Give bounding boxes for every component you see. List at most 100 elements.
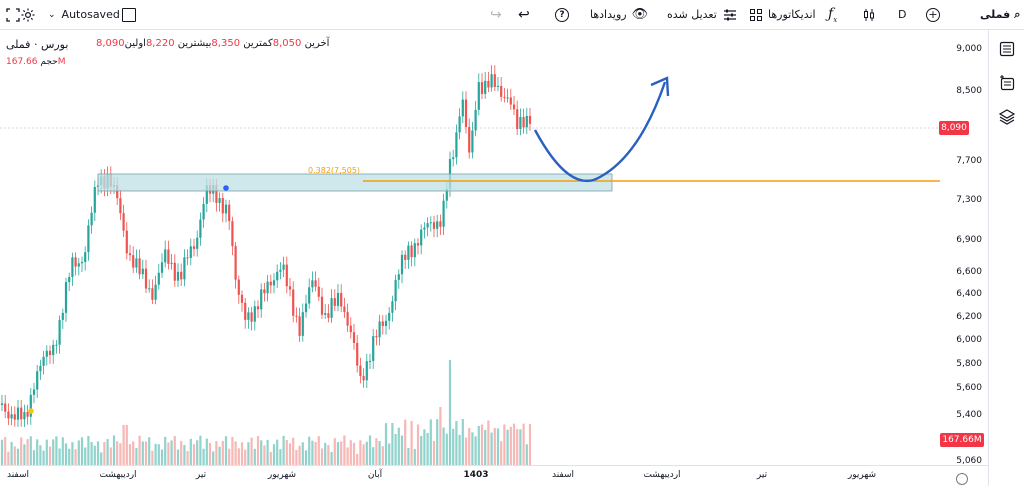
volume-bar (52, 439, 55, 465)
chart-title: بورس · فملی (6, 38, 68, 51)
candle-body (202, 203, 205, 220)
candle-body (375, 336, 378, 338)
support-zone[interactable] (97, 173, 613, 192)
candle-body (199, 219, 202, 238)
redo-button[interactable]: ↪ (490, 0, 502, 29)
autosave-dropdown[interactable]: ⌄ Autosaved (48, 0, 120, 29)
interval-label: D (898, 8, 907, 21)
volume-bar (503, 424, 506, 465)
volume-bar (106, 439, 109, 465)
fullscreen-button[interactable] (6, 0, 20, 29)
volume-bar (42, 450, 45, 465)
volume-bar (336, 442, 340, 465)
candle-body (141, 268, 144, 275)
alerts-list-button[interactable] (997, 73, 1017, 93)
candle-body (519, 117, 522, 130)
candle-body (240, 294, 244, 303)
interval-button[interactable]: D (898, 0, 906, 29)
volume-bar (391, 423, 394, 465)
y-tick-label: 9,000 (956, 44, 982, 54)
indicators-button[interactable]: اندیکاتورها (750, 0, 816, 29)
x-tick-label: 1403 (463, 470, 489, 480)
candle-body (186, 257, 189, 259)
candle-body (455, 132, 458, 158)
volume-bar (471, 432, 474, 465)
volume-bar (372, 447, 375, 465)
volume-bar (39, 445, 42, 465)
high-value: 8,350 (211, 38, 241, 49)
fx-button[interactable]: ƒx (828, 0, 837, 29)
ohlc-legend: 8,090 آخرین 8,050کمترین 8,350بیشترین 8,22… (96, 38, 329, 49)
time-axis[interactable]: اسفند اردیبهشت تیر شهریور آبان 1403 اسفند اردیب… (0, 465, 990, 487)
fib-label: 0.382(7,505) (308, 166, 360, 175)
volume-bar (468, 427, 471, 465)
candle-body (359, 365, 362, 377)
candle-body (474, 109, 477, 131)
candle-body (400, 254, 404, 275)
symbol-search[interactable]: فملی ⌕ (980, 0, 1020, 29)
candle-body (71, 257, 74, 278)
layout-button[interactable] (122, 0, 136, 29)
candle-body (164, 249, 167, 263)
square-icon (122, 7, 136, 22)
volume-bar (71, 442, 74, 465)
candle-body (144, 268, 148, 289)
adjusted-button[interactable]: تعدیل شده (667, 0, 737, 29)
candle-body (74, 257, 77, 267)
price-chart[interactable]: 0.382(7,505) (0, 30, 940, 465)
candle-body (244, 302, 247, 320)
settings-button[interactable] (20, 0, 36, 29)
candle-body (87, 225, 90, 253)
volume-bar (208, 443, 212, 465)
candle-body (468, 126, 471, 153)
candle-body (13, 414, 16, 420)
volume-bar (128, 444, 132, 465)
volume-bar (445, 433, 448, 465)
volume-bar (516, 428, 519, 465)
candle-body (397, 274, 400, 280)
chart-type-button[interactable] (862, 0, 876, 29)
marker-dot-yellow (28, 408, 34, 414)
volume-bar (61, 437, 64, 465)
candle-body (404, 254, 407, 260)
volume-bar (20, 437, 23, 465)
volume-bar (132, 441, 135, 465)
candle-body (429, 222, 432, 224)
volume-bar (119, 443, 122, 465)
help-button[interactable]: ? (555, 0, 569, 29)
candle-body (173, 262, 176, 281)
candle-body (77, 263, 80, 267)
y-tick-label: 6,400 (956, 289, 982, 299)
volume-bar (23, 444, 26, 465)
watchlist-button[interactable] (997, 39, 1017, 59)
events-button[interactable]: رویدادها 👁 (590, 0, 648, 29)
forecast-arrow[interactable] (533, 81, 667, 183)
candle-body (93, 187, 96, 213)
volume-bar (26, 439, 29, 465)
candle-body (48, 350, 52, 356)
undo-button[interactable]: ↩ (518, 0, 530, 29)
candles-icon (864, 8, 874, 21)
candle-body (234, 246, 237, 280)
volume-bar (84, 447, 87, 465)
volume-bar (234, 441, 237, 465)
close-value: 8,090 (96, 38, 125, 49)
candle-body (183, 257, 186, 280)
volume-bar (250, 437, 253, 465)
candle-body (423, 227, 426, 230)
compare-button[interactable]: + (926, 0, 940, 29)
candle-body (522, 117, 525, 128)
volume-bar (68, 448, 71, 465)
gear-icon (21, 8, 35, 21)
candle-body (516, 109, 519, 130)
candles (0, 65, 532, 427)
y-tick-label: 8,500 (956, 86, 982, 96)
candle-body (247, 312, 250, 320)
volume-bar (400, 435, 404, 465)
price-axis[interactable]: 9,000 8,500 7,700 7,300 6,900 6,600 6,400 6,200… (940, 30, 988, 466)
settings-axis-button[interactable] (956, 470, 968, 489)
layers-button[interactable] (997, 107, 1017, 127)
volume-bar (272, 444, 276, 465)
candle-body (413, 243, 416, 258)
candle-body (461, 99, 464, 117)
